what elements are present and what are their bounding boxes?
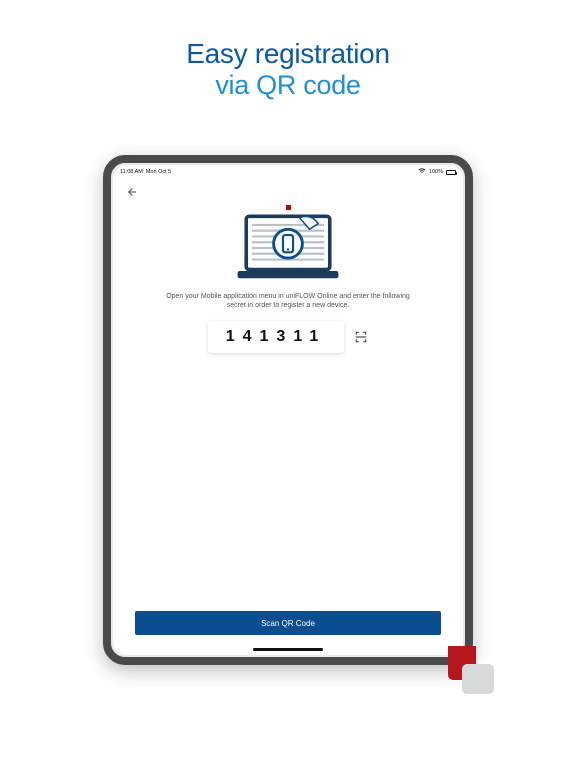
laptop-phone-illustration	[228, 212, 348, 284]
promo-title: Easy registration via QR code	[0, 0, 576, 101]
red-indicator-icon	[286, 205, 291, 210]
code-row: 141311	[135, 321, 441, 353]
corner-decoration	[442, 646, 494, 696]
tablet-screen: 11:08 AM Mon Oct 5 100%	[113, 165, 463, 655]
laptop-phone-icon	[228, 212, 348, 284]
content-area: Open your Mobile application menu in uni…	[113, 205, 463, 353]
status-bar-right: 100%	[418, 168, 456, 176]
battery-icon	[446, 170, 456, 175]
wifi-icon	[418, 168, 426, 176]
promo-line-1: Easy registration	[0, 38, 576, 70]
qr-scan-button[interactable]	[354, 330, 368, 344]
scan-qr-button[interactable]: Scan QR Code	[135, 611, 441, 635]
registration-code-display: 141311	[208, 321, 345, 353]
status-time: 11:08 AM	[120, 169, 143, 175]
scan-qr-button-label: Scan QR Code	[261, 619, 315, 628]
promo-line-2: via QR code	[0, 70, 576, 101]
qr-scan-icon	[354, 330, 368, 344]
status-date: Mon Oct 5	[146, 169, 171, 175]
nav-row	[113, 179, 463, 203]
back-button[interactable]	[125, 185, 139, 199]
status-bar-left: 11:08 AM Mon Oct 5	[120, 169, 171, 175]
tablet-device-frame: 11:08 AM Mon Oct 5 100%	[103, 155, 473, 665]
battery-percent: 100%	[429, 169, 443, 175]
corner-gray-shape	[462, 664, 494, 694]
status-bar: 11:08 AM Mon Oct 5 100%	[113, 165, 463, 179]
instruction-text: Open your Mobile application menu in uni…	[158, 292, 418, 311]
arrow-left-icon	[126, 186, 138, 198]
home-indicator[interactable]	[253, 648, 323, 651]
